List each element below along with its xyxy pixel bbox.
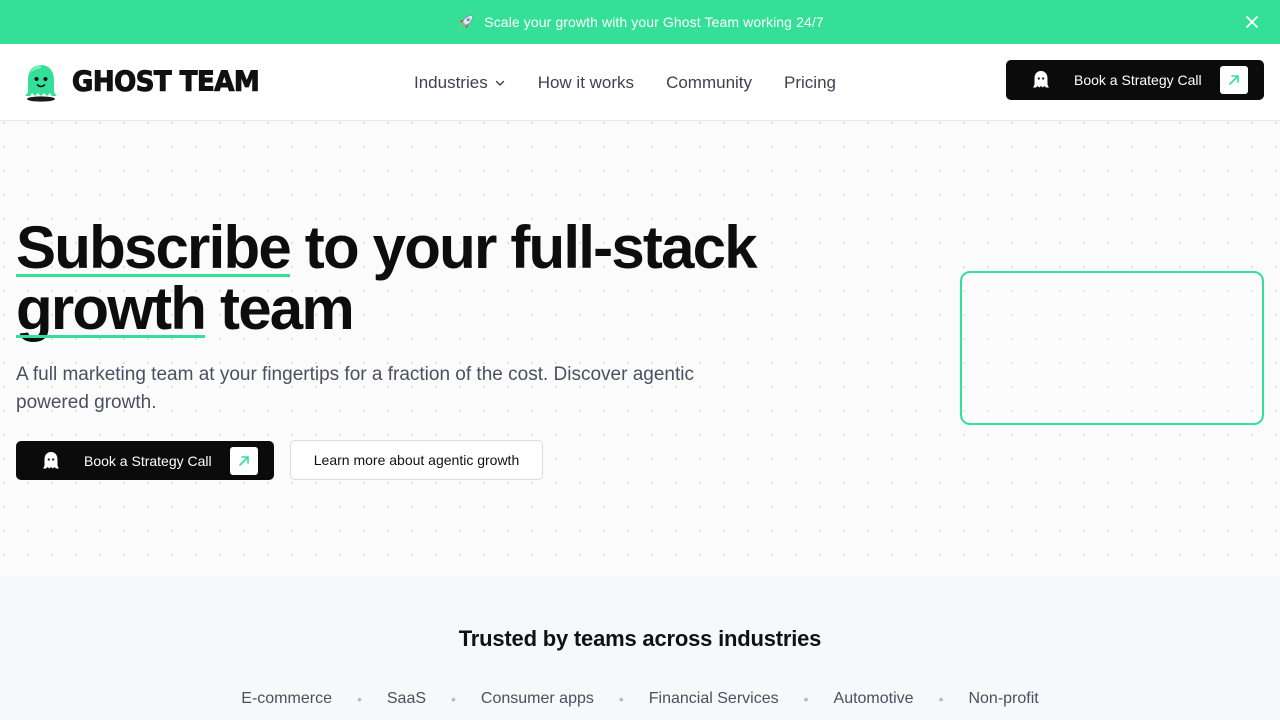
hero-book-call-button[interactable]: Book a Strategy Call: [16, 441, 274, 480]
hero-title-part: to your full-stack: [289, 214, 758, 281]
cta-label: Book a Strategy Call: [1074, 72, 1202, 88]
hero-title-highlight-subscribe: Subscribe: [16, 214, 292, 281]
close-icon: [1246, 16, 1258, 28]
separator-dot: •: [803, 691, 809, 707]
separator-dot: •: [356, 691, 362, 707]
ghost-logo-icon: [25, 65, 57, 102]
ghost-icon: [43, 451, 59, 468]
arrow-box: [230, 446, 258, 475]
announcement-bar: Scale your growth with your Ghost Team w…: [0, 0, 1280, 44]
industry-item: Automotive: [833, 690, 914, 707]
close-announcement-button[interactable]: [1242, 12, 1262, 32]
nav-item-community[interactable]: Community: [666, 73, 752, 93]
industry-item: Non-profit: [968, 690, 1039, 707]
logo-link[interactable]: GHOST TEAM: [22, 62, 260, 102]
hero-title-highlight-growth: growth: [16, 275, 207, 342]
hero-subtitle: A full marketing team at your fingertips…: [16, 364, 694, 413]
industry-list: E-commerce • SaaS • Consumer apps • Fina…: [0, 690, 1280, 708]
header-book-call-button[interactable]: Book a Strategy Call: [1006, 60, 1264, 100]
nav-item-industries[interactable]: Industries: [414, 73, 506, 93]
industry-item: E-commerce: [241, 690, 332, 707]
rocket-icon: [459, 15, 474, 29]
separator-dot: •: [618, 691, 624, 707]
nav-item-how-it-works[interactable]: How it works: [538, 73, 634, 93]
industry-item: SaaS: [386, 690, 427, 707]
arrow-up-right-icon: [1229, 75, 1239, 85]
industry-item: Financial Services: [648, 690, 779, 707]
announcement-text: Scale your growth with your Ghost Team w…: [484, 14, 824, 30]
announcement-content: Scale your growth with your Ghost Team w…: [456, 12, 824, 32]
chevron-down-icon: [495, 80, 504, 86]
cta-label: Book a Strategy Call: [84, 452, 212, 469]
logo-wordmark: GHOST TEAM: [71, 66, 260, 99]
hero-title-part: team: [205, 275, 355, 342]
hero-title: Subscribe to your full-stack growth team: [16, 217, 916, 339]
learn-more-button[interactable]: Learn more about agentic growth: [290, 440, 543, 480]
ghost-icon: [1033, 71, 1049, 88]
main-nav: Industries How it works Community Pricin…: [414, 44, 836, 121]
nav-item-label: Industries: [414, 72, 488, 92]
nav-item-pricing[interactable]: Pricing: [784, 73, 836, 93]
hero-preview-card: [960, 271, 1264, 425]
arrow-up-right-icon: [239, 455, 249, 466]
industry-item: Consumer apps: [480, 690, 594, 707]
arrow-box: [1220, 66, 1248, 94]
nav-item-label: How it works: [537, 72, 635, 92]
separator-dot: •: [451, 691, 456, 707]
nav-item-label: Community: [666, 72, 753, 92]
nav-item-label: Pricing: [784, 72, 836, 92]
trusted-section: Trusted by teams across industries E-com…: [0, 576, 1280, 720]
separator-dot: •: [938, 691, 944, 707]
site-header: GHOST TEAM Industries How it works Commu…: [0, 44, 1280, 121]
trusted-title: Trusted by teams across industries: [458, 626, 822, 651]
hero-section: Subscribe to your full-stack growth team …: [0, 121, 1280, 576]
